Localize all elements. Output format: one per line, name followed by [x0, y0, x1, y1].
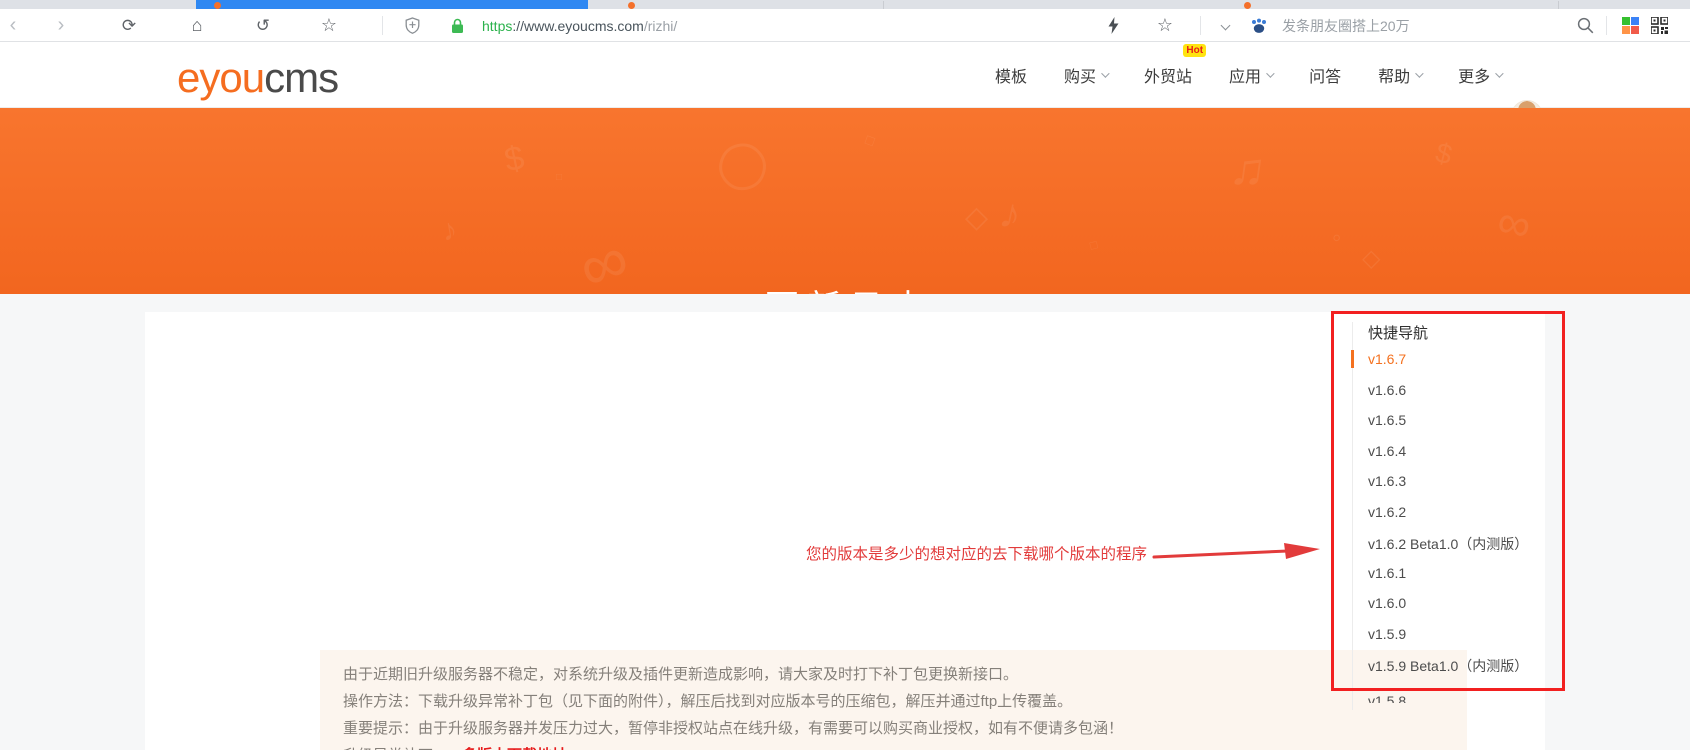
main-nav: 模板 购买 外贸站 Hot 应用 问答 帮助 更多 [995, 42, 1504, 108]
toolbar-divider [382, 16, 383, 35]
tab-favicon-dot [628, 2, 635, 9]
banner-deco-glyph: ◯ [711, 130, 777, 196]
browser-toolbar: ‹ › ⟳ ⌂ ↺ ☆ https://www.eyoucms.com/rizh… [0, 9, 1690, 42]
version-link-v1.5.9-Beta1.0-[interactable]: v1.5.9 Beta1.0（内测版） [1368, 656, 1528, 676]
hot-badge: Hot [1183, 44, 1207, 57]
chevron-down-icon [1266, 69, 1275, 78]
browser-window: ‹ › ⟳ ⌂ ↺ ☆ https://www.eyoucms.com/rizh… [0, 0, 1690, 750]
version-link-v1.6.5[interactable]: v1.6.5 [1368, 412, 1406, 428]
banner-deco-glyph: ∞ [1492, 194, 1536, 252]
version-link-v1.6.7[interactable]: v1.6.7 [1368, 351, 1406, 367]
page-banner: $◯♪∞♫◇□□□◦$◇♪∞ 更新日志 [0, 108, 1690, 294]
nav-item-6[interactable]: 更多 [1458, 63, 1504, 87]
version-partial-row: v1.5.8 [1368, 693, 1406, 703]
nav-item-label: 外贸站 [1144, 69, 1193, 86]
logo-cms: cms [264, 54, 339, 101]
back-icon[interactable]: ‹ [0, 9, 26, 42]
history-icon[interactable]: ↺ [250, 9, 276, 42]
sidebar-border-line [1352, 322, 1353, 710]
apps-grid-icon[interactable] [1622, 17, 1639, 34]
bookmark-star-icon[interactable]: ☆ [316, 9, 342, 42]
toolbar-divider [1606, 16, 1607, 35]
banner-deco-glyph: ♫ [1226, 140, 1270, 199]
banner-deco-glyph: ◦ [1332, 222, 1342, 252]
hot-search-suggestion[interactable]: 发条朋友圈搭上20万 [1282, 9, 1410, 42]
qr-code-icon[interactable] [1646, 9, 1672, 42]
chevron-down-icon[interactable] [1212, 9, 1238, 42]
page-title: 更新日志 [0, 280, 1690, 294]
tab-divider [1558, 1, 1559, 9]
banner-deco-glyph: ♪ [995, 188, 1026, 239]
notice-line: 重要提示：由于升级服务器并发压力过大，暂停非授权站点在线升级，有需要可以购买商业… [343, 720, 1124, 737]
banner-deco-glyph: □ [1088, 237, 1099, 253]
version-link-v1.6.1[interactable]: v1.6.1 [1368, 565, 1406, 581]
nav-item-2[interactable]: 外贸站 Hot [1144, 44, 1207, 87]
refresh-icon[interactable]: ⟳ [116, 9, 142, 42]
tab-favicon-dot [1244, 2, 1251, 9]
url-host: ://www.eyoucms.com [512, 17, 644, 34]
flash-lightning-icon[interactable] [1100, 9, 1126, 42]
sidebar-title: 快捷导航 [1368, 325, 1429, 342]
nav-item-0[interactable]: 模板 [995, 63, 1027, 87]
banner-deco-glyph: $ [501, 138, 528, 180]
version-link-v1.6.2[interactable]: v1.6.2 [1368, 504, 1406, 520]
banner-deco-glyph: ◇ [965, 201, 989, 234]
version-link-v1.6.2-Beta1.0-[interactable]: v1.6.2 Beta1.0（内测版） [1368, 534, 1528, 554]
nav-item-label: 购买 [1064, 69, 1097, 86]
search-icon[interactable] [1572, 9, 1598, 42]
notice-line: 操作方法：下载升级异常补丁包（见下面的附件），解压后找到对应版本号的压缩包，解压… [343, 693, 1073, 710]
nav-item-3[interactable]: 应用 [1229, 63, 1275, 87]
active-tab[interactable] [196, 0, 588, 9]
banner-deco-glyph: ◇ [1362, 245, 1381, 272]
version-link-v1.6.3[interactable]: v1.6.3 [1368, 473, 1406, 489]
forward-icon[interactable]: › [48, 9, 74, 42]
url-path: /rizhi/ [643, 17, 678, 34]
nav-item-1[interactable]: 购买 [1064, 63, 1110, 87]
banner-deco-glyph: □ [863, 131, 877, 149]
banner-deco-glyph: □ [556, 172, 563, 183]
chevron-down-icon [1101, 69, 1110, 78]
banner-deco-glyph: ♪ [439, 212, 460, 249]
version-link-v1.6.4[interactable]: v1.6.4 [1368, 443, 1406, 459]
paw-icon [1246, 9, 1272, 42]
site-logo[interactable]: eyoucms [177, 54, 339, 102]
shield-icon[interactable] [399, 9, 425, 42]
nav-item-label: 应用 [1229, 69, 1262, 86]
address-bar[interactable]: https://www.eyoucms.com/rizhi/ [482, 9, 677, 42]
nav-item-label: 问答 [1309, 69, 1342, 86]
patch-row: 升级异常补丁：多版本下载地址 [343, 744, 567, 750]
chevron-down-icon [1495, 69, 1504, 78]
nav-item-label: 模板 [995, 69, 1028, 86]
nav-item-label: 帮助 [1378, 69, 1411, 86]
site-header: eyoucms 模板 购买 外贸站 Hot 应用 问答 帮助 更多 [0, 42, 1690, 136]
notice-line: 由于近期旧升级服务器不稳定，对系统升级及插件更新造成影响，请大家及时打下补丁包更… [343, 666, 1019, 683]
content-card: 由于近期旧升级服务器不稳定，对系统升级及插件更新造成影响，请大家及时打下补丁包更… [145, 312, 1545, 750]
tab-divider [883, 1, 884, 9]
chevron-down-icon [1415, 69, 1424, 78]
logo-eyou: eyou [177, 54, 265, 101]
annotation-text: 您的版本是多少的想对应的去下载哪个版本的程序 [806, 546, 1148, 563]
browser-tab-strip[interactable] [0, 0, 1690, 9]
tab-favicon-dot [214, 2, 221, 9]
url-scheme: https [482, 17, 513, 34]
annotation-arrow-icon [1152, 543, 1320, 559]
toolbar-divider [1200, 16, 1201, 35]
version-link-v1.5.9[interactable]: v1.5.9 [1368, 626, 1406, 642]
favorite-star-icon[interactable]: ☆ [1152, 9, 1178, 42]
version-partial-label: v1.5.8 [1368, 693, 1407, 703]
active-version-marker [1351, 350, 1354, 368]
home-icon[interactable]: ⌂ [184, 9, 210, 42]
version-link-v1.6.0[interactable]: v1.6.0 [1368, 595, 1406, 611]
version-link-v1.6.6[interactable]: v1.6.6 [1368, 382, 1406, 398]
banner-deco-glyph: $ [1432, 136, 1456, 171]
ssl-lock-icon[interactable] [444, 9, 470, 42]
nav-item-5[interactable]: 帮助 [1378, 63, 1424, 87]
nav-item-4[interactable]: 问答 [1309, 63, 1341, 87]
notice-box: 由于近期旧升级服务器不稳定，对系统升级及插件更新造成影响，请大家及时打下补丁包更… [320, 650, 1467, 750]
nav-item-label: 更多 [1458, 69, 1491, 86]
